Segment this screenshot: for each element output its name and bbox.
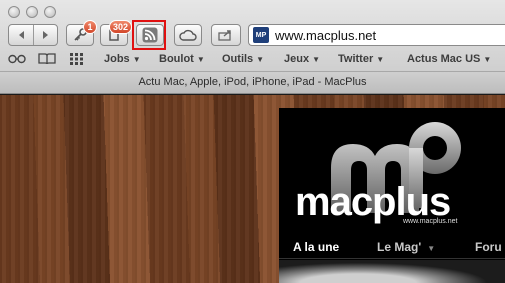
minimize-window-button[interactable] (26, 6, 38, 18)
chevron-down-icon: ▼ (132, 55, 141, 64)
bookmarks-button[interactable]: 302 (100, 20, 133, 46)
bookmark-label: Twitter (338, 53, 374, 65)
chevron-down-icon: ▼ (483, 55, 492, 64)
page-title: Actu Mac, Apple, iPod, iPhone, iPad - Ma… (138, 76, 367, 88)
chevron-down-icon: ▼ (376, 55, 385, 64)
share-button[interactable] (211, 24, 241, 46)
bookmark-folder-actus-mac-us[interactable]: Actus Mac US ▼ (407, 53, 491, 65)
rss-highlight-box (132, 20, 166, 50)
reading-list-button[interactable]: 1 (66, 20, 97, 46)
reading-list-badge: 1 (83, 20, 97, 34)
close-window-button[interactable] (8, 6, 20, 18)
site-favicon: MP (253, 27, 269, 43)
web-content: macplus www.macplus.net A la une Le Mag'… (0, 95, 505, 283)
bookmark-folder-outils[interactable]: Outils ▼ (222, 53, 264, 65)
url-text[interactable]: www.macplus.net (275, 28, 376, 43)
divider (279, 258, 505, 259)
page-title-bar: Actu Mac, Apple, iPod, iPhone, iPad - Ma… (0, 71, 505, 93)
nav-label: Le Mag' (377, 240, 422, 254)
forward-icon[interactable] (40, 30, 50, 40)
icloud-button[interactable] (174, 24, 202, 46)
bookmark-label: Boulot (159, 53, 194, 65)
browser-chrome: 1 302 MP www.macplus.net Jobs ▼ Boulot ▼… (0, 0, 505, 94)
nav-item-a-la-une[interactable]: A la une (293, 240, 339, 254)
article-photo[interactable] (279, 260, 505, 283)
bookmark-label: Jeux (284, 53, 310, 65)
bookmarks-count-badge: 302 (109, 20, 133, 34)
bookmark-folder-jeux[interactable]: Jeux ▼ (284, 53, 320, 65)
bookmark-folder-boulot[interactable]: Boulot ▼ (159, 53, 205, 65)
nav-item-forum[interactable]: Foru (475, 240, 502, 254)
window-controls (8, 6, 56, 18)
chevron-down-icon: ▼ (256, 55, 265, 64)
divider (32, 25, 34, 45)
bookmark-label: Outils (222, 53, 254, 65)
bookmarks-bar: Jobs ▼ Boulot ▼ Outils ▼ Jeux ▼ Twitter ▼ Act… (0, 50, 505, 70)
site-header-panel: macplus www.macplus.net A la une Le Mag'… (279, 108, 505, 283)
bookmark-folder-twitter[interactable]: Twitter ▼ (338, 53, 384, 65)
site-nav: A la une Le Mag' ▼ Foru (279, 233, 505, 259)
cloud-icon (179, 29, 197, 41)
reading-list-glasses-icon[interactable] (8, 53, 26, 68)
bookmark-label: Jobs (104, 53, 130, 65)
bookmark-label: Actus Mac US (407, 53, 481, 65)
share-icon (218, 29, 234, 41)
toolbar: 1 302 MP www.macplus.net (0, 20, 505, 50)
chevron-down-icon: ▼ (312, 55, 320, 64)
address-bar[interactable]: MP www.macplus.net (248, 24, 505, 46)
back-icon[interactable] (17, 30, 27, 40)
top-sites-grid-icon[interactable] (70, 53, 84, 68)
site-logo[interactable]: macplus www.macplus.net (279, 118, 505, 226)
back-forward-buttons (8, 24, 58, 46)
chevron-down-icon: ▼ (196, 55, 205, 64)
logo-url-text: www.macplus.net (403, 218, 458, 225)
chevron-down-icon: ▼ (427, 244, 436, 253)
book-icon[interactable] (38, 53, 56, 68)
nav-item-le-mag[interactable]: Le Mag' ▼ (377, 240, 435, 254)
bookmark-folder-jobs[interactable]: Jobs ▼ (104, 53, 141, 65)
zoom-window-button[interactable] (44, 6, 56, 18)
